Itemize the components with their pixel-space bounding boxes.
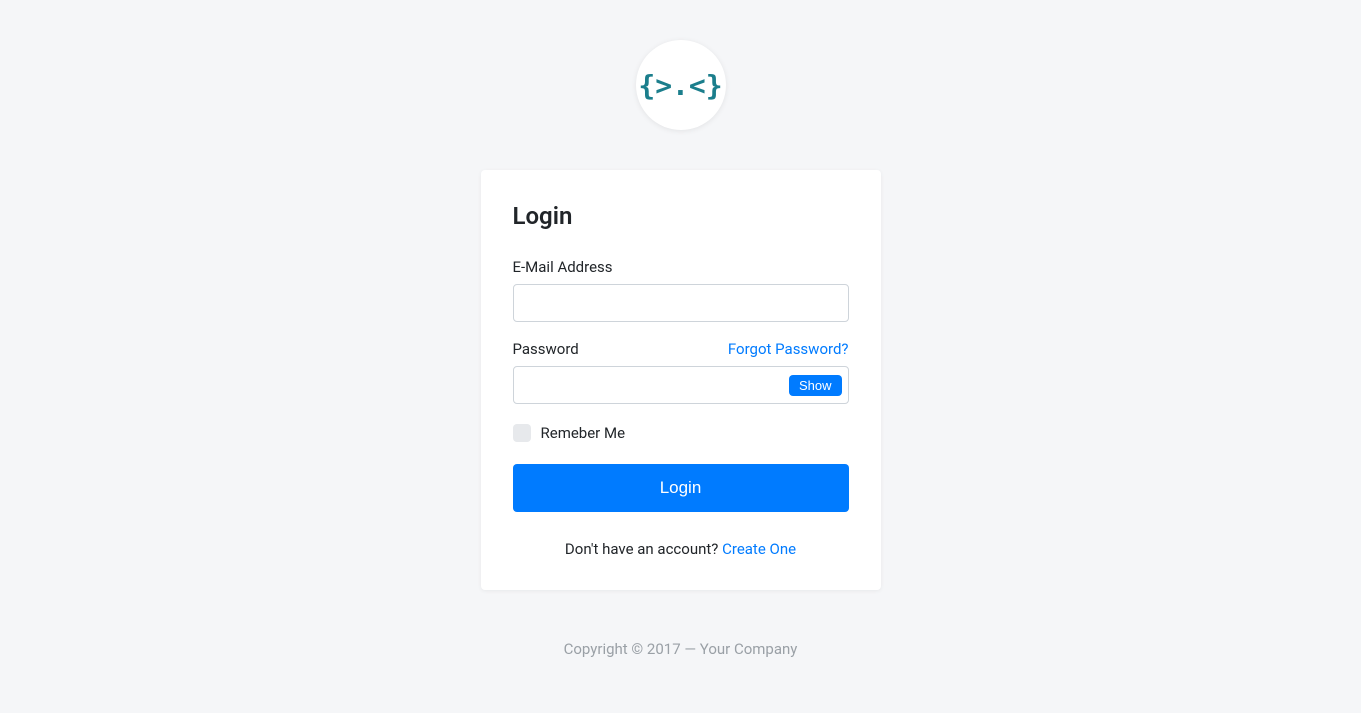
- password-field[interactable]: [526, 367, 789, 403]
- show-password-button[interactable]: Show: [789, 375, 842, 396]
- login-button[interactable]: Login: [513, 464, 849, 512]
- logo-glyph-icon: {>.<}: [638, 69, 722, 102]
- email-field[interactable]: [513, 284, 849, 322]
- password-label: Password: [513, 340, 579, 358]
- forgot-password-link[interactable]: Forgot Password?: [728, 340, 849, 358]
- password-group: Password Forgot Password? Show: [513, 340, 849, 404]
- remember-row: Remeber Me: [513, 424, 849, 442]
- create-account-row: Don't have an account? Create One: [513, 540, 849, 558]
- logo: {>.<}: [636, 40, 726, 130]
- email-label: E-Mail Address: [513, 258, 613, 276]
- footer-text: Copyright © 2017 — Your Company: [564, 640, 798, 658]
- no-account-text: Don't have an account?: [565, 540, 722, 558]
- remember-checkbox[interactable]: [513, 424, 531, 442]
- login-card: Login E-Mail Address Password Forgot Pas…: [481, 170, 881, 590]
- password-input-wrapper: Show: [513, 366, 849, 404]
- create-account-link[interactable]: Create One: [722, 540, 796, 558]
- remember-label: Remeber Me: [541, 424, 626, 442]
- page-title: Login: [513, 202, 849, 230]
- email-group: E-Mail Address: [513, 258, 849, 322]
